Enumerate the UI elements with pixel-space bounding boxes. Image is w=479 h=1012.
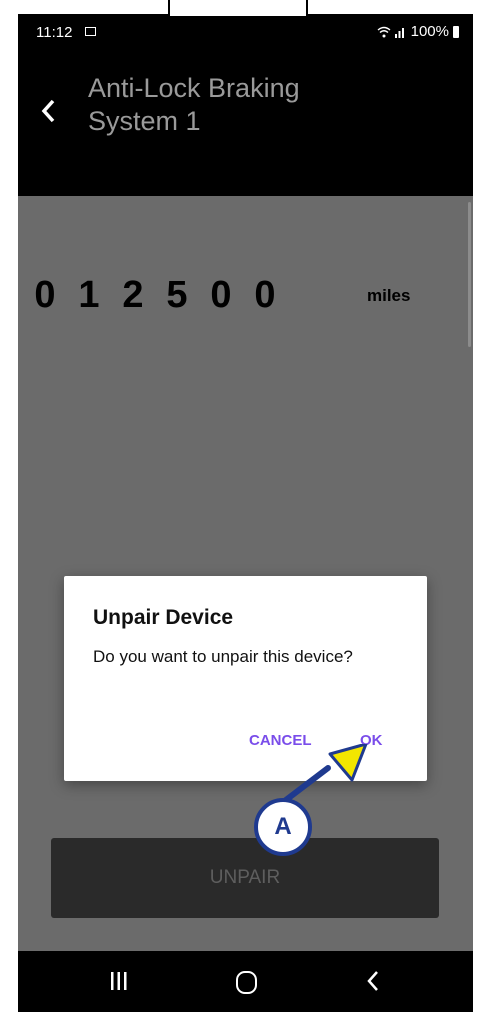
page-title: Anti-Lock Braking System 1 [88,73,300,136]
odometer-digit: 2 [122,274,144,316]
nav-back-icon[interactable] [366,969,380,993]
navigation-bar [18,951,473,1012]
unpair-button[interactable]: UNPAIR [51,838,439,918]
status-time: 11:12 [36,24,73,41]
status-icons: 100% [377,23,459,40]
wifi-icon [377,26,391,37]
callout-badge: A [254,798,312,856]
app-header: Anti-Lock Braking System 1 [18,50,473,196]
odometer-display: 0 1 2 5 0 0 [30,274,280,317]
scrollbar[interactable] [468,202,471,347]
odometer-digit: 0 [210,274,232,316]
odometer-unit: miles [367,286,411,305]
main-content: 0 1 2 5 0 0 miles UNPAIR Unpair Device D… [18,196,473,951]
odometer-digit: 0 [34,274,56,316]
odometer-digit: 1 [78,274,100,316]
battery-icon [453,25,459,38]
home-icon[interactable] [236,971,257,994]
status-bar: 11:12 100% [18,14,473,50]
odometer-digit: 5 [166,274,188,316]
odometer-digit: 0 [254,274,276,316]
message-icon [85,27,96,36]
screenshot-notch [168,0,308,18]
signal-icon [394,27,404,38]
phone-screen: 11:12 100% Anti-Lock Braking System 1 0 [18,14,473,1012]
back-arrow-icon[interactable] [40,98,56,124]
recents-icon[interactable] [110,971,128,991]
dialog-title: Unpair Device [93,606,234,629]
battery-level: 100% [410,23,449,40]
dialog-message: Do you want to unpair this device? [93,647,353,666]
